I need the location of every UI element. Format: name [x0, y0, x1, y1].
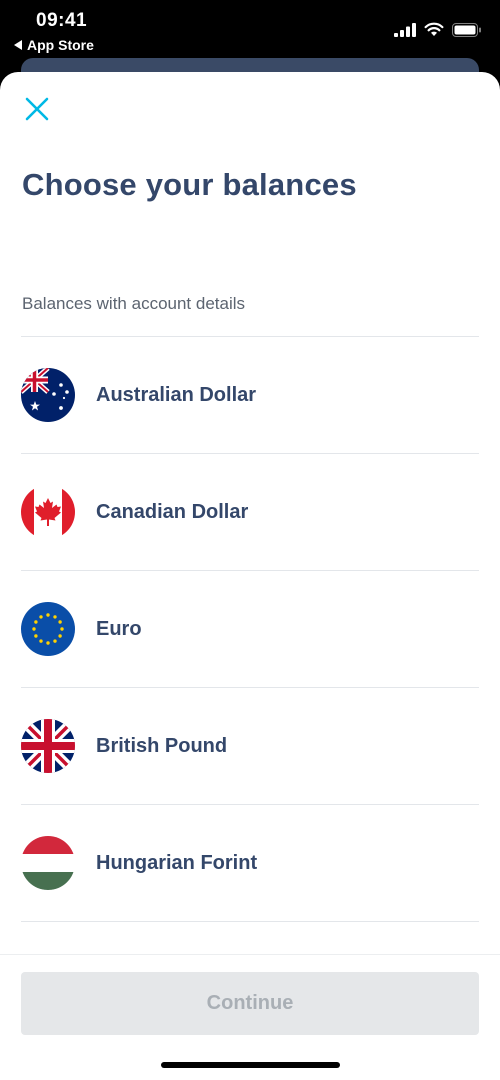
balance-item-canadian-dollar[interactable]: Canadian Dollar: [21, 454, 479, 571]
back-label: App Store: [27, 37, 94, 53]
back-arrow-icon: [14, 40, 22, 50]
uk-flag-icon: [21, 719, 75, 773]
back-to-app-store-link[interactable]: App Store: [14, 37, 94, 53]
battery-icon: [452, 22, 481, 37]
balance-label: Australian Dollar: [96, 383, 257, 406]
balance-item-british-pound[interactable]: British Pound: [21, 688, 479, 805]
signal-icon: [394, 22, 416, 37]
balance-item-hungarian-forint[interactable]: Hungarian Forint: [21, 805, 479, 922]
balance-label: Hungarian Forint: [96, 851, 258, 874]
choose-balances-sheet: Choose your balances Balances with accou…: [0, 72, 500, 1080]
close-button[interactable]: [22, 94, 52, 124]
balance-item-australian-dollar[interactable]: Australian Dollar: [21, 337, 479, 454]
page-title: Choose your balances: [22, 167, 357, 202]
close-icon: [25, 97, 49, 121]
section-label: Balances with account details: [22, 294, 246, 313]
canada-flag-icon: [21, 485, 75, 539]
balance-label: British Pound: [96, 734, 228, 757]
hungary-flag-icon: [21, 836, 75, 890]
status-time: 09:41: [36, 10, 88, 31]
home-indicator[interactable]: [161, 1062, 340, 1068]
wifi-icon: [424, 22, 444, 36]
status-icons: [394, 22, 482, 37]
continue-button[interactable]: Continue: [21, 972, 479, 1035]
balance-label: Euro: [96, 617, 142, 640]
balance-list: Australian Dollar Canadian Dollar Euro B…: [21, 336, 479, 922]
australia-flag-icon: [21, 368, 75, 422]
balance-label: Canadian Dollar: [96, 500, 249, 523]
eu-flag-icon: [21, 602, 75, 656]
balance-item-euro[interactable]: Euro: [21, 571, 479, 688]
